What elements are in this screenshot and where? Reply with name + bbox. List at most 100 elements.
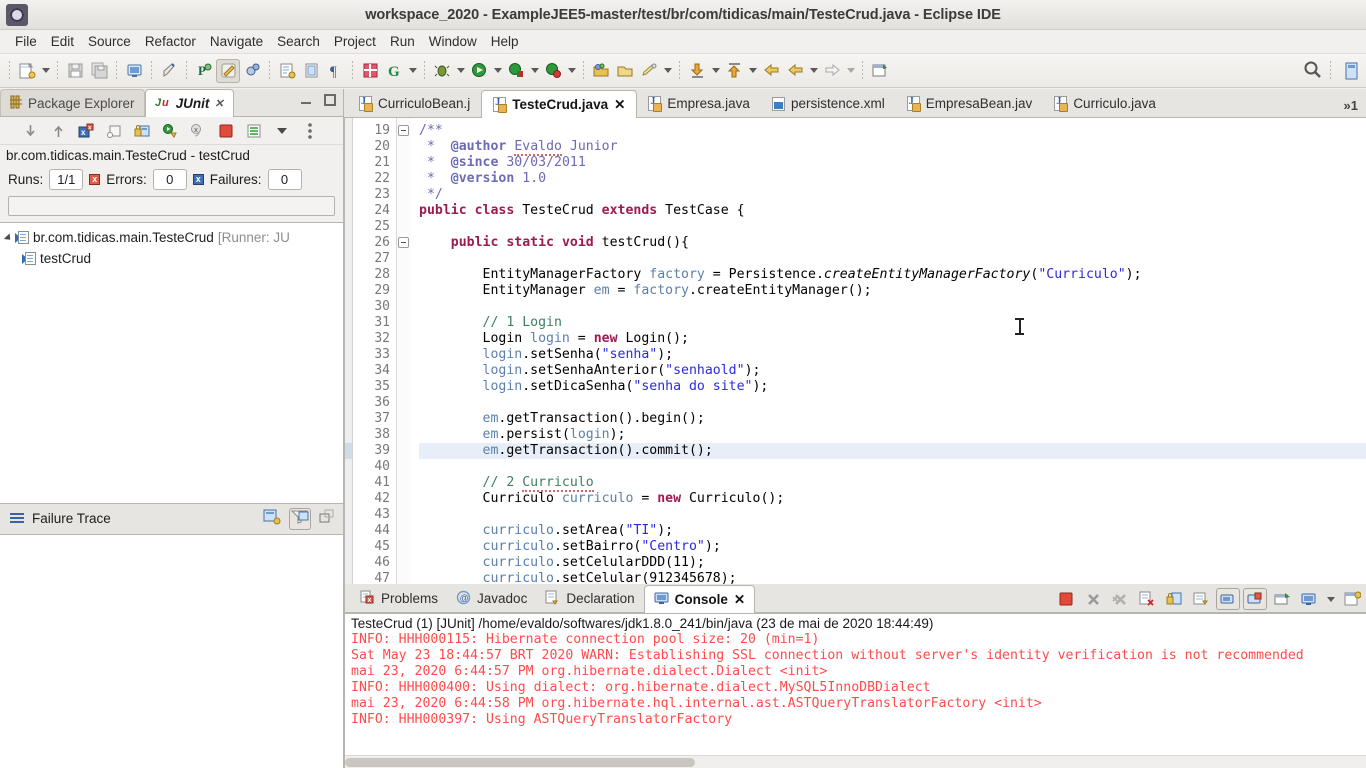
editor-folding-ruler[interactable] bbox=[397, 118, 411, 584]
back-history-icon[interactable] bbox=[783, 59, 807, 83]
tab-package-explorer[interactable]: Package Explorer bbox=[0, 89, 145, 116]
code-line[interactable]: // 1 Login bbox=[419, 315, 1366, 331]
tab-problems[interactable]: x Problems bbox=[351, 585, 447, 612]
new-wizard-icon[interactable] bbox=[15, 59, 39, 83]
close-icon[interactable]: ✕ bbox=[214, 97, 223, 110]
scroll-lock-icon[interactable] bbox=[1162, 588, 1186, 610]
code-line[interactable]: * @author Evaldo Junior bbox=[419, 139, 1366, 156]
debug-icon[interactable] bbox=[430, 59, 454, 83]
open-task-icon[interactable] bbox=[216, 58, 240, 83]
quick-access-marker-icon[interactable] bbox=[157, 59, 181, 83]
minimize-view-icon[interactable] bbox=[299, 93, 313, 107]
new-java-interface-icon[interactable] bbox=[299, 59, 323, 83]
failure-trace-menu-icon[interactable] bbox=[10, 513, 24, 524]
show-console-on-error-icon[interactable] bbox=[1243, 588, 1267, 610]
editor-code-text[interactable]: /** * @author Evaldo Junior * @since 30/… bbox=[411, 118, 1366, 584]
show-console-on-output-icon[interactable] bbox=[1216, 588, 1240, 610]
previous-edit-location-icon[interactable] bbox=[722, 59, 746, 83]
console-output[interactable]: TesteCrud (1) [JUnit] /home/evaldo/softw… bbox=[345, 613, 1366, 768]
code-line[interactable]: Curriculo curriculo = new Curriculo(); bbox=[419, 491, 1366, 507]
menu-help[interactable]: Help bbox=[484, 32, 526, 51]
code-line[interactable]: public static void testCrud(){ bbox=[419, 235, 1366, 251]
toggle-mark-occurrences-icon[interactable]: P bbox=[192, 59, 216, 83]
editor-tab-curriculobean[interactable]: CurriculoBean.j bbox=[348, 90, 481, 117]
menu-window[interactable]: Window bbox=[422, 32, 484, 51]
terminate-icon[interactable] bbox=[1054, 588, 1078, 610]
editor-tab-empresabean[interactable]: EmpresaBean.jav bbox=[896, 90, 1044, 117]
code-line[interactable]: em.persist(login); bbox=[419, 427, 1366, 443]
pin-editor-icon[interactable] bbox=[868, 59, 892, 83]
editor-tab-overflow[interactable]: »1 bbox=[1344, 98, 1358, 113]
open-type-icon[interactable] bbox=[358, 59, 382, 83]
run-coverage-dropdown-icon[interactable] bbox=[528, 59, 541, 83]
run-coverage-icon[interactable] bbox=[504, 59, 528, 83]
compare-result-icon[interactable] bbox=[263, 508, 281, 530]
next-annotation-dropdown-icon[interactable] bbox=[406, 59, 419, 83]
code-line[interactable]: EntityManager em = factory.createEntityM… bbox=[419, 283, 1366, 299]
close-icon[interactable]: ✕ bbox=[614, 97, 625, 113]
previous-edit-dropdown-icon[interactable] bbox=[746, 59, 759, 83]
pin-console-icon[interactable] bbox=[1270, 588, 1294, 610]
run-icon[interactable] bbox=[467, 59, 491, 83]
display-selected-console-icon[interactable] bbox=[1297, 588, 1321, 610]
stop-icon[interactable] bbox=[214, 120, 238, 142]
code-line[interactable] bbox=[419, 219, 1366, 235]
menu-navigate[interactable]: Navigate bbox=[203, 32, 270, 51]
code-line[interactable]: em.getTransaction().commit(); bbox=[419, 443, 1366, 459]
code-line[interactable]: // 2 Curriculo bbox=[419, 475, 1366, 492]
perspective-switcher-icon[interactable] bbox=[1340, 59, 1364, 83]
fold-collapse-icon[interactable] bbox=[398, 125, 409, 136]
view-menu-icon[interactable] bbox=[270, 120, 294, 142]
chevron-down-icon[interactable] bbox=[3, 232, 14, 243]
editor-tab-curriculo[interactable]: Curriculo.java bbox=[1043, 90, 1167, 117]
code-line[interactable] bbox=[419, 507, 1366, 523]
code-line[interactable]: EntityManagerFactory factory = Persisten… bbox=[419, 267, 1366, 283]
tab-declaration[interactable]: Declaration bbox=[536, 585, 643, 612]
console-horizontal-scrollbar[interactable] bbox=[345, 755, 1366, 768]
code-line[interactable]: */ bbox=[419, 187, 1366, 203]
menu-search[interactable]: Search bbox=[270, 32, 327, 51]
console-menu-arrow-icon[interactable] bbox=[1324, 587, 1337, 611]
open-resource-icon[interactable] bbox=[613, 59, 637, 83]
menu-refactor[interactable]: Refactor bbox=[138, 32, 203, 51]
code-line[interactable]: login.setSenhaAnterior("senhaold"); bbox=[419, 363, 1366, 379]
view-menu-dots-icon[interactable] bbox=[298, 120, 322, 142]
search-reference-dropdown-icon[interactable] bbox=[661, 59, 674, 83]
code-line[interactable]: curriculo.setBairro("Centro"); bbox=[419, 539, 1366, 555]
show-whitespace-icon[interactable]: ¶ bbox=[323, 59, 347, 83]
remove-all-launches-icon[interactable] bbox=[1108, 588, 1132, 610]
tree-item-test[interactable]: testCrud bbox=[0, 248, 343, 269]
new-element-icon[interactable] bbox=[589, 59, 613, 83]
menu-run[interactable]: Run bbox=[383, 32, 422, 51]
code-line[interactable] bbox=[419, 459, 1366, 475]
search-reference-icon[interactable] bbox=[637, 59, 661, 83]
tab-junit[interactable]: Ju JUnit ✕ bbox=[144, 89, 234, 117]
tab-javadoc[interactable]: @ Javadoc bbox=[447, 585, 536, 612]
failure-trace-body[interactable] bbox=[0, 534, 343, 768]
run-dropdown-icon[interactable] bbox=[491, 59, 504, 83]
menu-edit[interactable]: Edit bbox=[44, 32, 81, 51]
save-icon[interactable] bbox=[63, 59, 87, 83]
code-line[interactable]: * @version 1.0 bbox=[419, 171, 1366, 187]
new-java-class-icon[interactable] bbox=[240, 59, 264, 83]
code-line[interactable] bbox=[419, 395, 1366, 411]
editor-tab-empresa[interactable]: Empresa.java bbox=[637, 90, 761, 117]
back-dropdown-icon[interactable] bbox=[807, 59, 820, 83]
close-icon[interactable]: ✕ bbox=[734, 592, 745, 608]
code-line[interactable] bbox=[419, 251, 1366, 267]
scrollbar-thumb[interactable] bbox=[345, 758, 695, 767]
next-failure-icon[interactable] bbox=[18, 120, 42, 142]
code-line[interactable]: curriculo.setArea("TI"); bbox=[419, 523, 1366, 539]
editor-tab-testecrud[interactable]: TesteCrud.java ✕ bbox=[481, 90, 638, 118]
menu-file[interactable]: File bbox=[8, 32, 44, 51]
forward-dropdown-icon[interactable] bbox=[844, 59, 857, 83]
stop-on-failure-icon[interactable] bbox=[130, 120, 154, 142]
new-wizard-dropdown-icon[interactable] bbox=[39, 59, 52, 83]
tree-item-suite[interactable]: br.com.tidicas.main.TesteCrud [Runner: J… bbox=[0, 227, 343, 248]
code-line[interactable]: * @since 30/03/2011 bbox=[419, 155, 1366, 171]
back-icon[interactable] bbox=[759, 59, 783, 83]
external-tools-icon[interactable] bbox=[541, 59, 565, 83]
code-line[interactable]: curriculo.setCelular(912345678); bbox=[419, 571, 1366, 584]
clear-console-icon[interactable] bbox=[1135, 588, 1159, 610]
next-edit-location-icon[interactable] bbox=[685, 59, 709, 83]
